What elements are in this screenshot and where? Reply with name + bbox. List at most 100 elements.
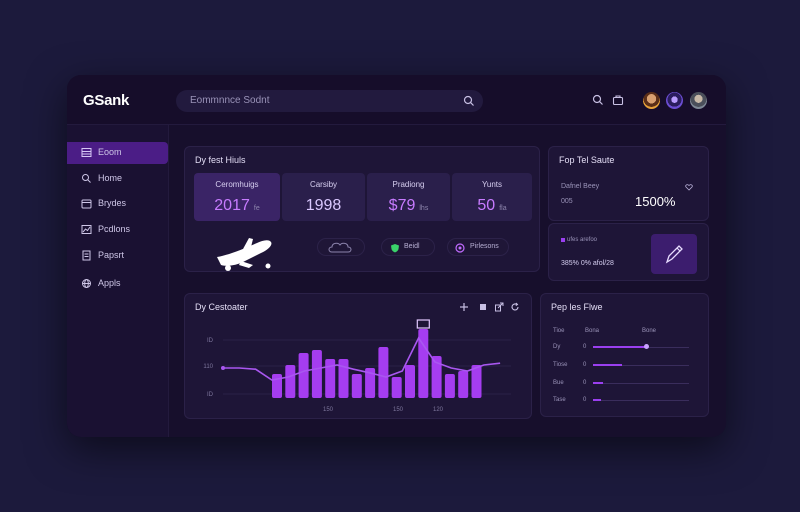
row-label: Bue [553, 380, 564, 386]
chart-bar [351, 374, 362, 398]
bar-chart: ID 110 ID 150 150 120 [203, 319, 511, 413]
secondary-panel: ufes arefoo 385% 0% afol/28 [548, 223, 709, 281]
avatar[interactable] [690, 92, 707, 109]
sidebar-item-papsrt[interactable]: Papsrt [67, 245, 168, 267]
x-tick-label: 150 [393, 407, 404, 413]
chart-bar [378, 347, 389, 398]
table-icon [81, 148, 92, 157]
row-label: Dy [553, 344, 561, 350]
panel-title: Fop Tel Saute [559, 155, 615, 165]
row-label: Tase [553, 397, 566, 403]
search-input[interactable]: Eommnnce Sodnt [176, 90, 483, 112]
sidebar-item-brydes[interactable]: Brydes [67, 193, 168, 215]
row-sub: 0 [583, 397, 587, 403]
chart-bar [311, 350, 322, 398]
chart-bar [458, 371, 469, 398]
metric-label: Dafnel Beey [561, 183, 600, 190]
top-bar: GSank Eommnnce Sodnt [67, 75, 726, 125]
plus-icon[interactable] [459, 302, 469, 312]
column-header: Bone [642, 328, 657, 334]
cloud-chip[interactable] [317, 238, 365, 256]
avatar[interactable] [666, 92, 683, 109]
chip-label: Pirlesons [470, 243, 499, 250]
list-item[interactable]: Dy 0 [541, 344, 706, 360]
x-tick-label: 150 [323, 407, 334, 413]
list-item[interactable]: Bue 0 [541, 380, 706, 396]
chart-bar [405, 365, 415, 398]
flow-panel: Pep les Flwe Tioe Bona Bone Dy 0 Tiose 0 Bue… [540, 293, 709, 417]
search-icon[interactable] [463, 95, 475, 107]
progress-fill [593, 346, 646, 348]
y-tick-label: ID [207, 338, 214, 344]
edit-button[interactable] [651, 234, 697, 274]
calendar-icon [81, 199, 92, 209]
sidebar-item-pcdlons[interactable]: Pcdlons [67, 219, 168, 241]
secondary-label: ufes arefoo [567, 237, 598, 243]
sidebar-item-eoom[interactable]: Eoom [67, 142, 168, 164]
row-label: Tiose [553, 362, 568, 368]
legend-swatch [561, 238, 565, 242]
metric-value: 1500% [635, 194, 676, 209]
heart-icon[interactable] [685, 183, 693, 191]
globe-icon [82, 279, 91, 288]
chart-bar [272, 374, 282, 398]
search-icon[interactable] [592, 94, 604, 106]
search-placeholder: Eommnnce Sodnt [190, 95, 270, 106]
target-icon [455, 243, 465, 253]
app-window: GSank Eommnnce Sodnt Eoom Home Brydes Pc… [67, 75, 726, 437]
stat-value: $79 lhs [388, 197, 429, 214]
progress-fill [593, 364, 622, 366]
briefcase-icon[interactable] [612, 94, 624, 106]
panel-title: Dy Cestoater [195, 302, 248, 312]
chart-bar [444, 374, 455, 398]
column-header: Tioe [553, 328, 565, 334]
row-sub: 0 [583, 344, 587, 350]
chart-bar [391, 377, 402, 398]
chart-bar [471, 365, 482, 398]
chart-icon [81, 225, 92, 234]
progress-track [593, 383, 689, 384]
app-logo[interactable]: GSank [83, 92, 129, 109]
stat-label: Carsiby [309, 180, 338, 189]
target-chip[interactable]: Pirlesons [447, 238, 509, 256]
sidebar-item-label: Pcdlons [98, 224, 131, 234]
row-sub: 0 [583, 362, 587, 368]
stat-card[interactable]: Yunts 50 fla [452, 173, 532, 221]
chip-label: Beidl [404, 243, 420, 250]
sidebar-item-label: Brydes [98, 198, 127, 208]
shield-chip[interactable]: Beidl [381, 238, 435, 256]
line-point [221, 366, 225, 370]
panel-title: Dy fest Hiuls [195, 155, 246, 165]
chart-panel: Dy Cestoater ID 110 ID 150 150 120 [184, 293, 532, 419]
metric-sub: 005 [561, 198, 573, 205]
sidebar-item-home[interactable]: Home [67, 168, 168, 190]
shield-icon [391, 244, 399, 253]
square-icon[interactable] [478, 302, 488, 312]
secondary-value: 385% 0% afol/28 [561, 260, 614, 267]
stat-card[interactable]: Carsiby 1998 [282, 173, 365, 221]
stats-panel: Dy fest Hiuls Ceromhuigs 2017 fe Carsiby … [184, 146, 540, 272]
stat-card[interactable]: Ceromhuigs 2017 fe [194, 173, 280, 221]
refresh-icon[interactable] [510, 302, 520, 312]
bar-highlight-marker [416, 319, 430, 329]
list-item[interactable]: Tiose 0 [541, 362, 706, 378]
sidebar-item-appls[interactable]: Appls [67, 273, 168, 295]
stat-card[interactable]: Pradiong $79 lhs [367, 173, 450, 221]
avatar[interactable] [643, 92, 660, 109]
sidebar-item-label: Eoom [98, 147, 122, 157]
chart-bar [338, 359, 349, 398]
progress-track [593, 400, 689, 401]
stat-label: Ceromhuigs [215, 180, 259, 189]
airplane-illustration [217, 238, 272, 271]
cloud-icon [328, 242, 352, 253]
slider-handle[interactable] [644, 344, 649, 349]
stat-value: 1998 [305, 197, 342, 214]
stat-label: Yunts [481, 180, 502, 189]
stat-label: Pradiong [392, 180, 425, 189]
row-sub: 0 [583, 380, 587, 386]
stat-value: 50 fla [477, 197, 507, 214]
document-icon [82, 250, 91, 261]
share-icon[interactable] [494, 302, 504, 312]
y-tick-label: ID [207, 392, 214, 398]
list-item[interactable]: Tase 0 [541, 397, 706, 413]
